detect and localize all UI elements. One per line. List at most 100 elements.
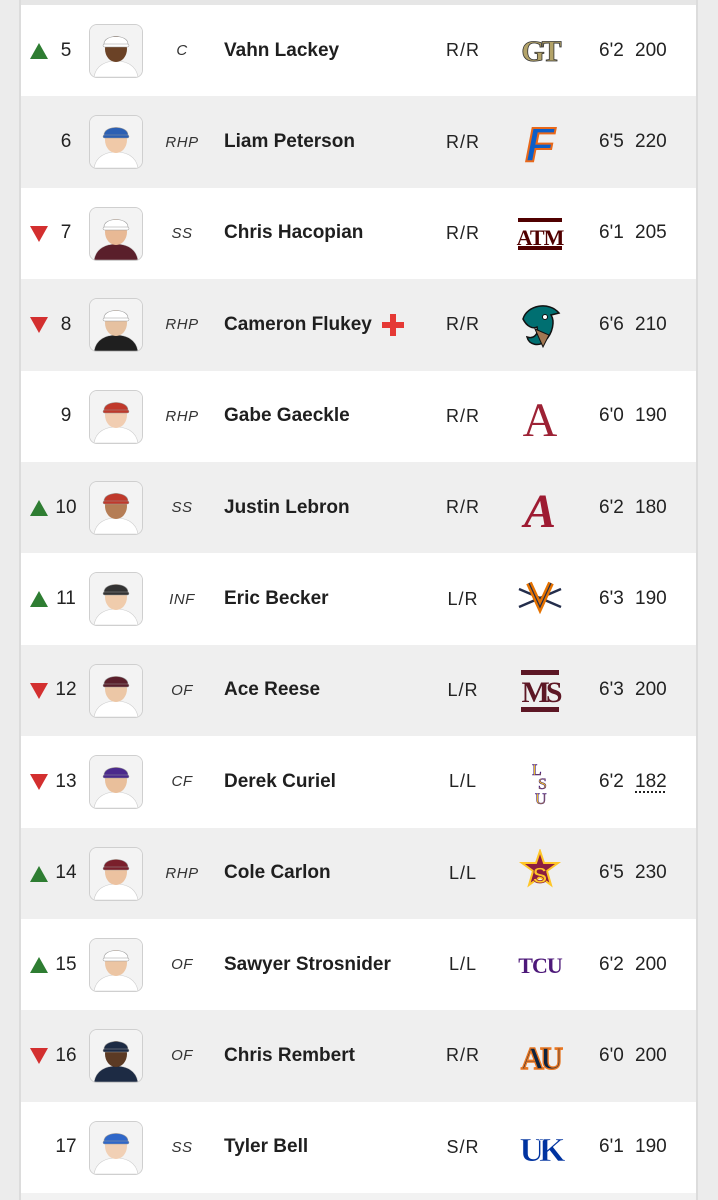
coastal-carolina-logo[interactable]: [515, 300, 565, 350]
player-height: 6'1: [599, 1136, 624, 1158]
player-headshot[interactable]: [89, 937, 143, 992]
bats-throws: R/R: [446, 497, 480, 518]
player-height: 6'6: [599, 313, 624, 335]
kentucky-logo[interactable]: UK: [515, 1123, 565, 1173]
player-name[interactable]: Liam Peterson: [224, 131, 355, 153]
player-height: 6'2: [599, 39, 624, 61]
player-name-link[interactable]: Eric Becker: [224, 553, 329, 644]
player-headshot[interactable]: [89, 572, 143, 627]
player-name-link[interactable]: Gabe Gaeckle: [224, 371, 350, 462]
player-name[interactable]: Derek Curiel: [224, 771, 336, 793]
table-row[interactable]: 13 CF Derek Curiel L/L L S U 6'2 182: [21, 736, 696, 828]
georgia-tech-logo[interactable]: GT: [515, 26, 565, 76]
table-row[interactable]: 14 RHP Cole Carlon L/L S 6'5 230: [21, 827, 696, 919]
player-name[interactable]: Eric Becker: [224, 588, 329, 610]
height-weight: 6'2 200: [599, 5, 667, 96]
player-height: 6'1: [599, 222, 624, 244]
player-headshot[interactable]: [89, 480, 143, 535]
player-name[interactable]: Tyler Bell: [224, 1136, 308, 1158]
player-name-link[interactable]: Ace Reese: [224, 645, 320, 736]
player-rankings-list: 5 C Vahn Lackey R/R GT 6'2 200 6 RHP Liam Peterso…: [21, 5, 696, 1194]
trend-up-icon: [30, 865, 48, 883]
texas-am-logo[interactable]: ATM: [515, 209, 565, 259]
tcu-logo[interactable]: TCU: [515, 940, 565, 990]
player-rank: 17: [55, 1136, 77, 1158]
player-weight[interactable]: 182: [635, 771, 667, 793]
player-name[interactable]: Ace Reese: [224, 679, 320, 701]
player-name[interactable]: Justin Lebron: [224, 497, 350, 519]
player-rank: 10: [55, 496, 77, 518]
trend-up-icon: [30, 956, 48, 974]
player-headshot[interactable]: [89, 24, 143, 78]
player-position: C: [176, 42, 188, 60]
player-headshot[interactable]: [89, 206, 143, 261]
player-name-link[interactable]: Chris Rembert: [224, 1010, 355, 1101]
florida-logo[interactable]: F: [515, 117, 565, 167]
bats-throws: L/L: [448, 954, 478, 975]
player-height: 6'0: [599, 1044, 624, 1066]
player-name[interactable]: Chris Hacopian: [224, 222, 363, 244]
trend-none: [30, 408, 48, 426]
player-name-link[interactable]: Tyler Bell: [224, 1102, 308, 1193]
height-weight: 6'5 230: [599, 828, 667, 919]
table-row[interactable]: 9 RHP Gabe Gaeckle R/R A 6'0 190: [21, 370, 696, 462]
player-name-link[interactable]: Cameron Flukey: [224, 279, 404, 370]
table-row[interactable]: 15 OF Sawyer Strosnider L/L TCU 6'2 200: [21, 918, 696, 1011]
player-headshot[interactable]: [89, 389, 143, 444]
player-name-link[interactable]: Liam Peterson: [224, 96, 355, 187]
player-height: 6'5: [599, 862, 624, 884]
bats-throws: R/R: [446, 1045, 480, 1066]
table-row[interactable]: 8 RHP Cameron Flukey R/R 6'6 210: [21, 279, 696, 371]
table-row[interactable]: 17 SS Tyler Bell S/R UK 6'1 190: [21, 1101, 696, 1194]
table-row[interactable]: 7 SS Chris Hacopian R/R ATM 6'1 205: [21, 187, 696, 280]
trend-none: [30, 133, 48, 151]
player-headshot[interactable]: [89, 846, 143, 901]
lsu-logo[interactable]: LSU: [515, 757, 565, 807]
virginia-logo[interactable]: [515, 574, 565, 624]
player-headshot[interactable]: [89, 755, 143, 810]
player-name[interactable]: Vahn Lackey: [224, 40, 339, 62]
player-headshot[interactable]: [89, 298, 143, 353]
rankings-panel: 5 C Vahn Lackey R/R GT 6'2 200 6 RHP Liam Peterso…: [19, 0, 698, 1200]
player-name[interactable]: Cole Carlon: [224, 862, 331, 884]
table-row[interactable]: 12 OF Ace Reese L/R MS 6'3 200: [21, 644, 696, 737]
arizona-state-logo[interactable]: S: [515, 848, 565, 899]
table-row[interactable]: 10 SS Justin Lebron R/R A 6'2 180: [21, 461, 696, 554]
alabama-logo[interactable]: A: [515, 483, 565, 533]
injury-cross-icon[interactable]: [381, 313, 404, 336]
player-name-link[interactable]: Cole Carlon: [224, 828, 331, 919]
player-name-link[interactable]: Vahn Lackey: [224, 5, 339, 96]
player-name-link[interactable]: Derek Curiel: [224, 736, 336, 827]
player-headshot[interactable]: [89, 1029, 143, 1084]
player-position: SS: [171, 224, 193, 242]
table-row[interactable]: 11 INF Eric Becker L/R 6'3 190: [21, 553, 696, 645]
player-height: 6'3: [599, 679, 624, 701]
bats-throws: R/R: [446, 131, 480, 152]
arkansas-logo[interactable]: A: [515, 392, 565, 442]
height-weight: 6'0 190: [599, 371, 667, 462]
table-row[interactable]: 16 OF Chris Rembert R/R AU 6'0 200: [21, 1010, 696, 1102]
trend-down-icon: [30, 1047, 48, 1065]
table-row[interactable]: 6 RHP Liam Peterson R/R F 6'5 220: [21, 96, 696, 188]
player-name[interactable]: Cameron Flukey: [224, 314, 372, 336]
player-name[interactable]: Chris Rembert: [224, 1045, 355, 1067]
player-weight: 230: [635, 862, 667, 884]
player-name[interactable]: Gabe Gaeckle: [224, 405, 350, 427]
player-position: RHP: [165, 133, 199, 151]
player-position: OF: [171, 1047, 193, 1065]
height-weight: 6'0 200: [599, 1010, 667, 1101]
player-rank: 12: [55, 679, 77, 701]
player-name-link[interactable]: Chris Hacopian: [224, 188, 363, 279]
player-name-link[interactable]: Sawyer Strosnider: [224, 919, 391, 1010]
player-position: RHP: [165, 864, 199, 882]
mississippi-state-logo[interactable]: MS: [515, 666, 565, 716]
svg-text:A: A: [521, 485, 556, 531]
table-row[interactable]: 5 C Vahn Lackey R/R GT 6'2 200: [21, 5, 696, 97]
bats-throws: L/R: [447, 679, 479, 700]
player-name-link[interactable]: Justin Lebron: [224, 462, 350, 553]
auburn-logo[interactable]: AU: [515, 1031, 565, 1081]
player-headshot[interactable]: [89, 1120, 143, 1175]
player-headshot[interactable]: [89, 663, 143, 718]
player-name[interactable]: Sawyer Strosnider: [224, 954, 391, 976]
player-headshot[interactable]: [89, 115, 143, 170]
